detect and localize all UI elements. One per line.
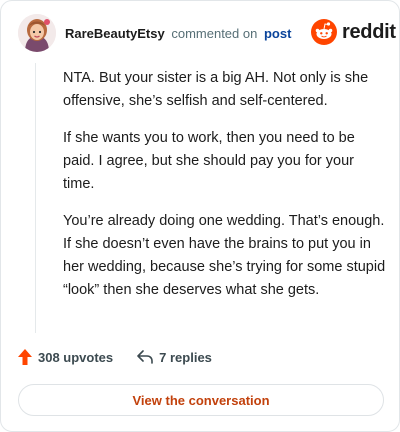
user-avatar[interactable]: [18, 14, 56, 52]
view-conversation-button[interactable]: View the conversation: [18, 384, 384, 416]
comment-card: RareBeautyEtsy commented on post reddit …: [0, 0, 400, 432]
post-link[interactable]: post: [264, 26, 291, 41]
reddit-wordmark: reddit: [342, 20, 396, 43]
reply-arrow-icon: [137, 350, 153, 364]
comment-action-text: commented on: [171, 26, 258, 41]
avatar-illustration: [18, 14, 56, 52]
comment-body: NTA. But your sister is a big AH. Not on…: [63, 67, 387, 316]
upvote-arrow-icon: [18, 349, 32, 365]
comment-footer: 308 upvotes 7 replies: [18, 349, 212, 365]
comment-paragraph: NTA. But your sister is a big AH. Not on…: [63, 70, 369, 109]
comment-paragraph: You’re already doing one wedding. That’s…: [63, 213, 386, 298]
upvote-count: 308 upvotes: [38, 349, 114, 365]
comment-header: RareBeautyEtsy commented on post: [65, 26, 291, 41]
reddit-snoo-icon: [311, 19, 337, 45]
reply-count: 7 replies: [159, 349, 212, 365]
reddit-logo[interactable]: reddit: [311, 19, 396, 45]
comment-author[interactable]: RareBeautyEtsy: [65, 26, 165, 41]
replies-button[interactable]: 7 replies: [137, 350, 212, 365]
upvote-button[interactable]: 308 upvotes: [18, 349, 113, 365]
comment-paragraph: If she wants you to work, then you need …: [63, 130, 355, 192]
thread-line: [35, 63, 36, 333]
